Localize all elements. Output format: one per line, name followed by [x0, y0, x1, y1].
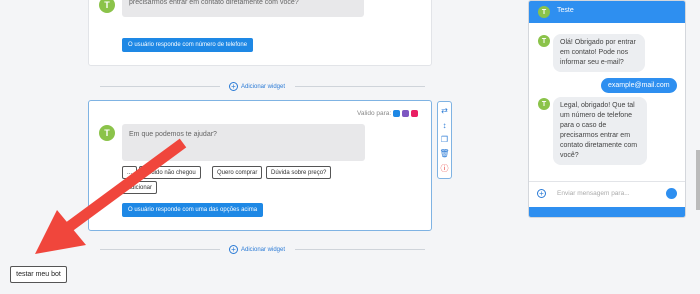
alert-icon[interactable]: ⓘ — [441, 164, 449, 173]
annotation-arrow — [35, 138, 187, 254]
plus-icon[interactable]: + — [537, 189, 546, 198]
bot-avatar: T — [538, 6, 550, 18]
valid-for: Valido para: — [357, 110, 419, 117]
option-chip[interactable]: Dúvida sobre preço? — [266, 166, 332, 179]
messenger-icon — [393, 110, 401, 117]
add-widget-label: Adicionar widget — [241, 246, 286, 253]
message-widget-card[interactable]: T Legal, obrigado! Que tal um número de … — [88, 0, 432, 66]
instagram-icon — [411, 110, 419, 117]
chat-icon — [402, 110, 410, 117]
divider — [295, 86, 425, 87]
copy-icon[interactable]: ❐ — [441, 135, 448, 144]
plus-icon: + — [229, 82, 238, 91]
scrollbar[interactable] — [696, 150, 700, 210]
add-widget-label: Adicionar widget — [241, 83, 286, 90]
valid-for-label: Valido para: — [357, 110, 392, 117]
phone-response-button[interactable]: O usuário responde com número de telefon… — [122, 38, 254, 52]
plus-icon: + — [229, 245, 238, 254]
bot-message: Olá! Obrigado por entrar em contato! Pod… — [553, 34, 645, 72]
chat-input-bar: + Enviar mensagem para... — [529, 181, 685, 205]
delete-icon[interactable]: 🗑 — [439, 150, 449, 158]
bot-avatar: T — [538, 35, 550, 47]
divider — [100, 86, 220, 87]
bot-message: Legal, obrigado! Que tal um número de te… — [553, 97, 647, 165]
shuffle-icon[interactable]: ⇄ — [441, 107, 448, 115]
bot-avatar: T — [538, 98, 550, 110]
chat-title: Teste — [557, 7, 574, 14]
option-chip[interactable]: Quero comprar — [212, 166, 263, 179]
widget-toolbar: ⇄ ↕ ❐ 🗑 ⓘ — [437, 101, 452, 179]
move-icon[interactable]: ↕ — [443, 121, 447, 130]
add-widget-link[interactable]: + Adicionar widget — [229, 245, 285, 254]
chat-preview: T Teste T Olá! Obrigado por entrar em co… — [528, 0, 686, 218]
chat-footer — [529, 207, 685, 217]
message-input[interactable]: Enviar mensagem para... — [557, 190, 630, 197]
chat-header: T Teste — [529, 1, 685, 23]
user-message: example@mail.com — [601, 78, 677, 93]
add-widget-link[interactable]: + Adicionar widget — [229, 82, 285, 91]
flow-canvas: T Legal, obrigado! Que tal um número de … — [0, 0, 520, 294]
emoji-icon[interactable] — [666, 188, 677, 199]
message-bubble: Legal, obrigado! Que tal um número de te… — [122, 0, 364, 17]
bot-avatar: T — [99, 0, 115, 13]
divider — [295, 249, 425, 250]
